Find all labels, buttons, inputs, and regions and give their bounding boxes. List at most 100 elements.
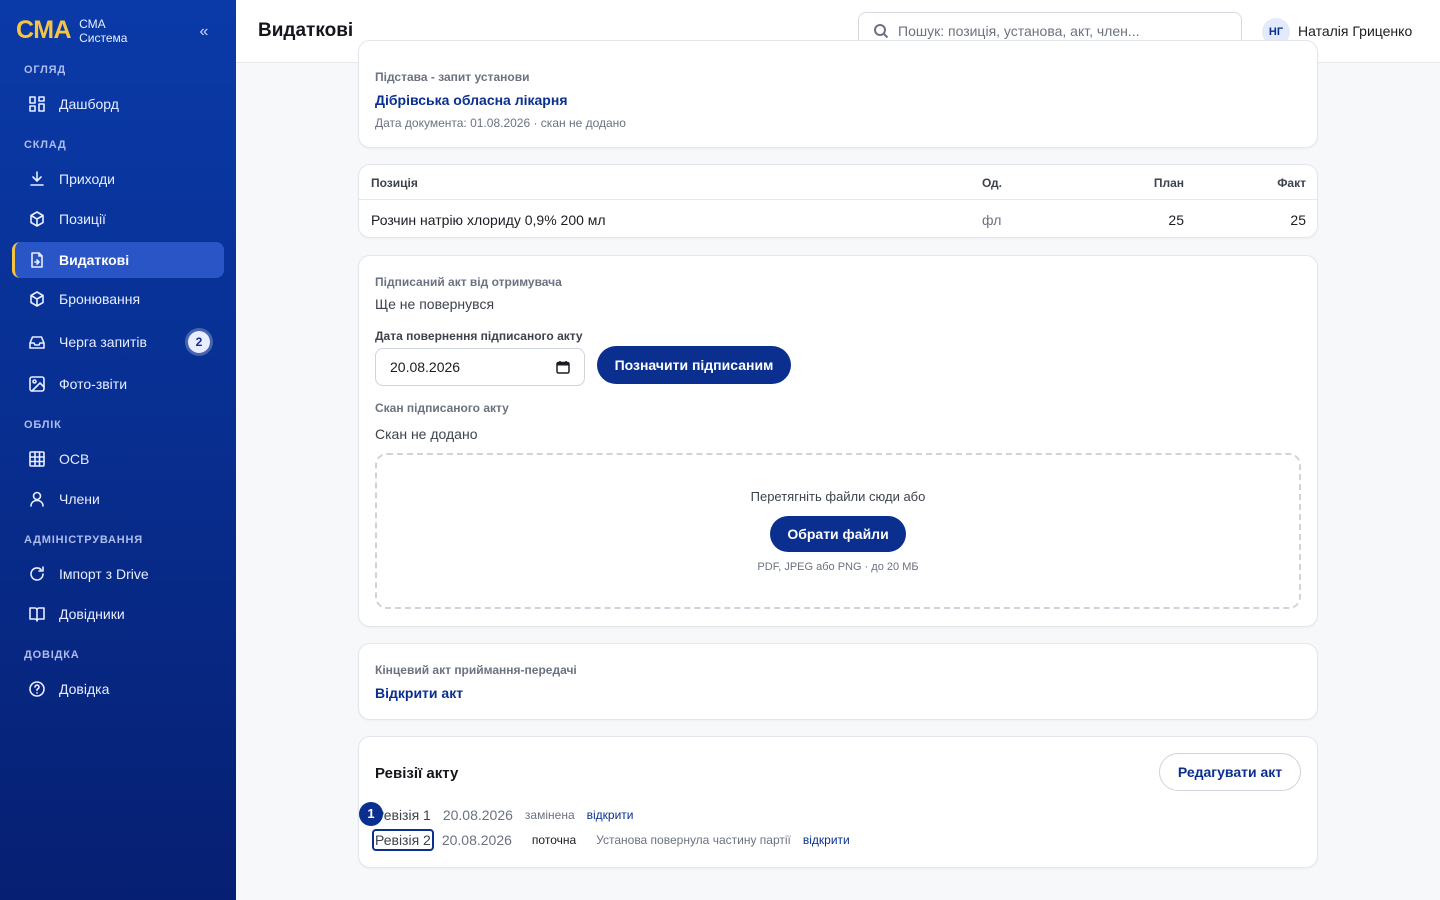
sidebar-item-label: Довідка — [59, 681, 110, 697]
table-header: Позиція Од. План Факт — [359, 165, 1317, 200]
sidebar-item-reservations[interactable]: Бронювання — [12, 281, 224, 317]
file-out-icon — [28, 251, 46, 269]
sidebar-item-label: Приходи — [59, 171, 115, 187]
sidebar-item-help[interactable]: Довідка — [12, 671, 224, 707]
column-header-plan: План — [1153, 176, 1184, 190]
basis-meta: Дата документа: 01.08.2026 · скан не дод… — [375, 116, 626, 130]
nav-section-warehouse: СКЛАД — [24, 139, 67, 151]
sidebar-item-label: Дашборд — [59, 96, 119, 112]
file-dropzone[interactable]: Перетягніть файли сюди або Обрати файли … — [375, 453, 1301, 609]
sidebar-item-label: Фото-звіти — [59, 376, 128, 392]
brand-line-2: Система — [79, 30, 128, 45]
column-header-fact: Факт — [1277, 176, 1306, 190]
page-title: Видаткові — [258, 20, 354, 41]
user-name[interactable]: Наталія Гриценко — [1298, 23, 1412, 39]
download-icon — [28, 170, 46, 188]
revisions-title: Ревізії акту — [375, 765, 459, 782]
sidebar-item-receipts[interactable]: Приходи — [12, 161, 224, 197]
revision-open-link[interactable]: відкрити — [803, 833, 850, 847]
nav-section-admin: АДМІНІСТРУВАННЯ — [24, 534, 143, 546]
box-icon — [28, 290, 46, 308]
step-marker: 1 — [359, 802, 383, 826]
book-icon — [28, 605, 46, 623]
sidebar-item-label: Імпорт з Drive — [59, 566, 149, 582]
cell-unit: фл — [982, 212, 1002, 228]
help-circle-icon — [28, 680, 46, 698]
return-date-value: 20.08.2026 — [390, 359, 461, 375]
brand-text: СМА Система — [79, 17, 127, 45]
sidebar: СМА СМА Система « ОГЛЯД Дашборд СКЛАД Пр… — [0, 0, 236, 900]
sidebar-item-label: Члени — [59, 491, 100, 507]
table-row[interactable]: Розчин натрію хлориду 0,9% 200 мл фл 25 … — [359, 201, 1317, 237]
revision-date: 20.08.2026 — [442, 807, 513, 823]
queue-count-badge: 2 — [188, 331, 210, 353]
sidebar-item-expenditures[interactable]: Видаткові — [12, 242, 224, 278]
revision-note: Установа повернула частину партії — [596, 833, 791, 847]
institution-link[interactable]: Дібрівська обласна лікарня — [375, 92, 568, 108]
revision-status: замінена — [524, 808, 575, 822]
scan-label: Скан підписаного акту — [375, 401, 509, 415]
sidebar-item-label: Довідники — [59, 606, 125, 622]
mark-signed-button[interactable]: Позначити підписаним — [597, 346, 791, 384]
cell-plan: 25 — [1168, 212, 1184, 228]
table-icon — [28, 450, 46, 468]
sidebar-item-request-queue[interactable]: Черга запитів 2 — [12, 324, 224, 360]
sidebar-item-members[interactable]: Члени — [12, 481, 224, 517]
sidebar-item-osv[interactable]: ОСВ — [12, 441, 224, 477]
final-act-label: Кінцевий акт приймання-передачі — [375, 663, 577, 677]
search-input[interactable] — [898, 23, 1218, 39]
sidebar-item-label: Бронювання — [59, 291, 141, 307]
sidebar-item-dashboard[interactable]: Дашборд — [12, 86, 224, 122]
cell-fact: 25 — [1290, 212, 1306, 228]
column-header-position: Позиція — [371, 176, 418, 190]
collapse-sidebar-button[interactable]: « — [194, 22, 214, 42]
return-date-input[interactable]: 20.08.2026 — [375, 348, 585, 386]
basis-card: Підстава - запит установи Дібрівська обл… — [358, 40, 1318, 148]
edit-act-button[interactable]: Редагувати акт — [1159, 753, 1301, 791]
revision-name[interactable]: Ревізія 2 — [372, 829, 434, 851]
signed-act-label: Підписаний акт від отримувача — [375, 275, 562, 289]
revision-date: 20.08.2026 — [441, 832, 512, 848]
grid-icon — [28, 95, 46, 113]
items-table-card: Позиція Од. План Факт Розчин натрію хлор… — [358, 164, 1318, 238]
revision-name: Ревізія 1 — [375, 807, 431, 823]
sidebar-item-label: Позиції — [59, 211, 106, 227]
dropzone-text: Перетягніть файли сюди або — [750, 489, 926, 504]
revision-open-link[interactable]: відкрити — [587, 808, 634, 822]
nav-section-overview: ОГЛЯД — [24, 64, 66, 76]
dropzone-hint: PDF, JPEG або PNG · до 20 МБ — [757, 561, 919, 573]
sidebar-item-photo-reports[interactable]: Фото-звіти — [12, 366, 224, 402]
user-icon — [28, 490, 46, 508]
return-date-label: Дата повернення підписаного акту — [375, 329, 583, 343]
image-icon — [28, 375, 46, 393]
signed-act-card: Підписаний акт від отримувача Ще не пове… — [358, 255, 1318, 627]
revision-status: поточна — [531, 833, 577, 847]
sidebar-item-label: Черга запитів — [59, 334, 147, 350]
basis-label: Підстава - запит установи — [375, 70, 530, 84]
brand-line-1: СМА — [79, 16, 106, 31]
sidebar-item-directories[interactable]: Довідники — [12, 596, 224, 632]
nav-section-help: ДОВІДКА — [24, 649, 80, 661]
scan-status: Скан не додано — [375, 426, 478, 442]
inbox-icon — [28, 333, 46, 351]
refresh-icon — [28, 565, 46, 583]
signed-act-status: Ще не повернувся — [375, 296, 495, 312]
choose-files-button[interactable]: Обрати файли — [770, 516, 906, 552]
revision-row[interactable]: Ревізія 2 20.08.2026 поточна Установа по… — [372, 828, 850, 852]
final-act-card: Кінцевий акт приймання-передачі Відкрити… — [358, 643, 1318, 720]
column-header-unit: Од. — [982, 176, 1002, 190]
revision-row[interactable]: 1 Ревізія 1 20.08.2026 замінена відкрити — [359, 802, 634, 827]
revisions-card: Ревізії акту Редагувати акт 1 Ревізія 1 … — [358, 736, 1318, 868]
open-act-link[interactable]: Відкрити акт — [375, 685, 463, 701]
sidebar-item-positions[interactable]: Позиції — [12, 201, 224, 237]
cell-position-name: Розчин натрію хлориду 0,9% 200 мл — [371, 212, 606, 228]
sidebar-item-label: ОСВ — [59, 451, 90, 467]
box-icon — [28, 210, 46, 228]
nav-section-accounting: ОБЛІК — [24, 419, 62, 431]
sidebar-item-import-drive[interactable]: Імпорт з Drive — [12, 556, 224, 592]
calendar-icon[interactable] — [556, 360, 570, 374]
sidebar-item-label: Видаткові — [59, 252, 130, 268]
brand-logo: СМА — [16, 16, 72, 44]
brand[interactable]: СМА СМА Система — [16, 16, 127, 45]
search-icon — [874, 24, 889, 39]
